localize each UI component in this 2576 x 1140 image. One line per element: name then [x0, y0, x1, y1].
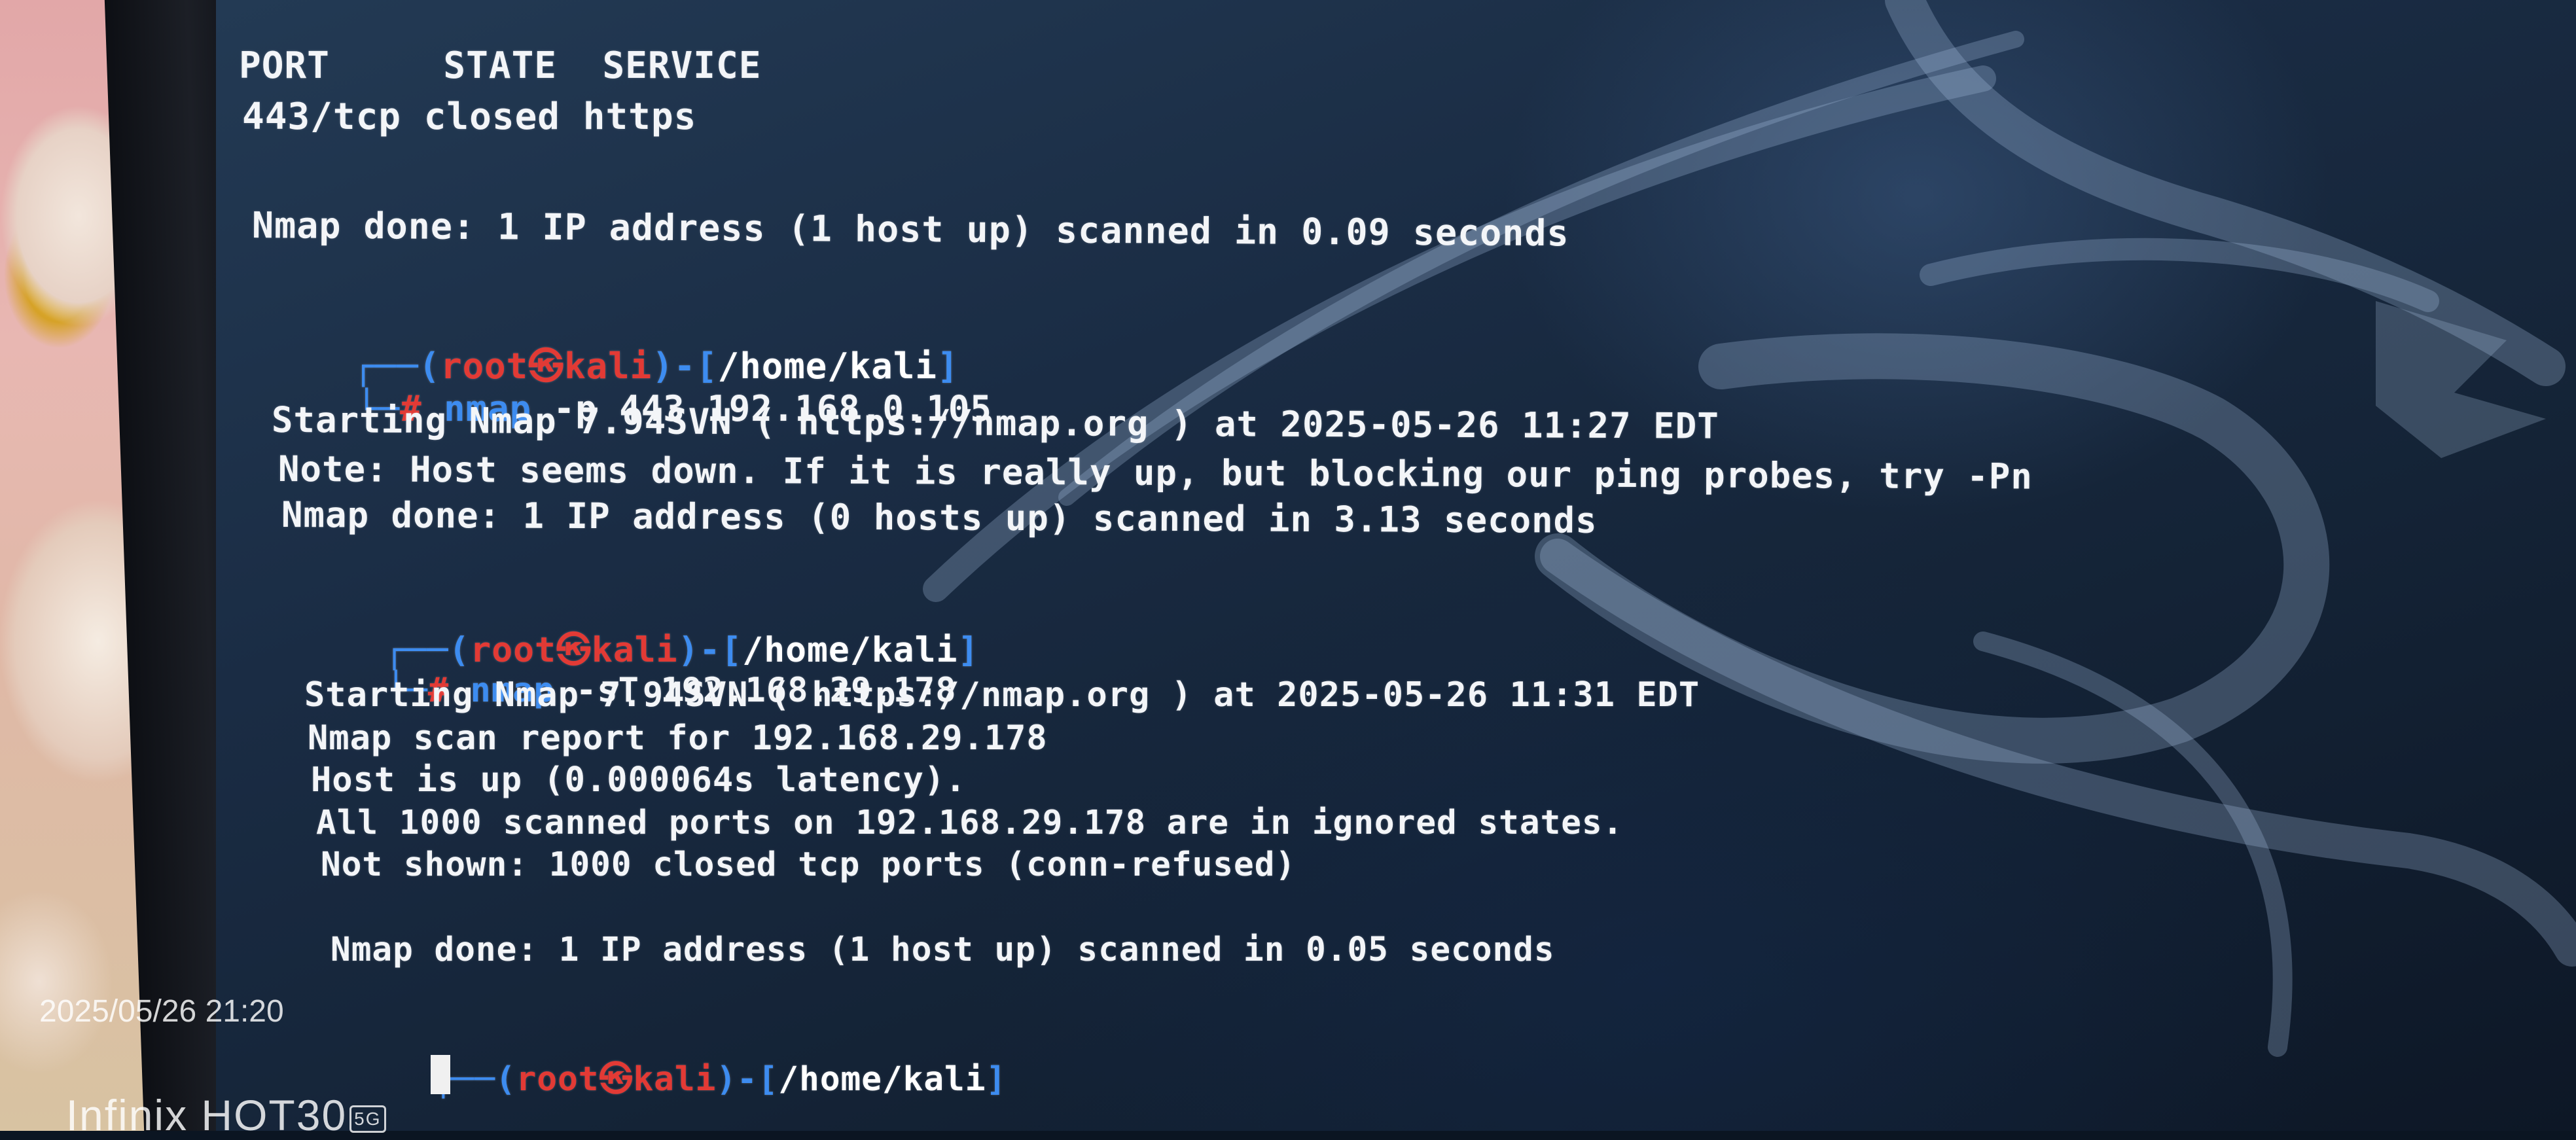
output-line: Nmap done: 1 IP address (0 hosts up) sca… [281, 494, 1598, 541]
camera-device-label: Infinix HOT30 5G [39, 1041, 386, 1140]
prompt-bracket-close: ] [957, 630, 980, 670]
text-cursor [431, 1055, 450, 1094]
output-line: Nmap scan report for 192.168.29.178 [308, 719, 1048, 758]
output-line: Starting Nmap 7.94SVN ( https://nmap.org… [271, 399, 1719, 447]
prompt-separator: )-[ [716, 1060, 779, 1099]
nmap-done-line: Nmap done: 1 IP address (1 host up) scan… [251, 204, 1569, 255]
photo-timestamp: 2025/05/26 21:20 [39, 994, 284, 1029]
output-line: Note: Host seems down. If it is really u… [277, 448, 2033, 497]
terminal-window[interactable]: PORT STATE SERVICE 443/tcp closed https … [0, 0, 2576, 1131]
port-table-row: 443/tcp closed https [242, 96, 697, 138]
output-line: Not shown: 1000 closed tcp ports (conn-r… [321, 846, 1297, 884]
nmap-done-line: Nmap done: 1 IP address (1 host up) scan… [331, 931, 1555, 969]
device-name: Infinix HOT30 [65, 1091, 348, 1139]
output-line: Starting Nmap 7.94SVN ( https://nmap.org… [304, 675, 1700, 715]
port-table-header: PORT STATE SERVICE [239, 45, 762, 87]
5g-badge: 5G [349, 1105, 386, 1133]
output-line: All 1000 scanned ports on 192.168.29.178… [316, 804, 1624, 842]
prompt-user-host: root㉿kali [516, 1060, 717, 1099]
prompt-bracket-close: ] [986, 1060, 1007, 1099]
prompt-path: /home/kali [778, 1060, 986, 1099]
output-line: Host is up (0.000064s latency). [311, 760, 967, 800]
